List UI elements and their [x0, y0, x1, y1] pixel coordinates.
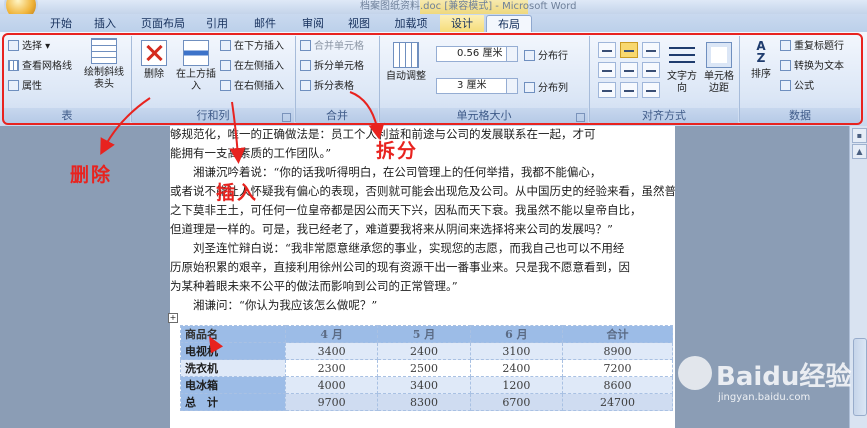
table-cell[interactable]: 2500	[377, 359, 471, 377]
table-cell[interactable]: 8600	[562, 376, 673, 394]
table-cell[interactable]: 洗衣机	[180, 359, 286, 377]
table-header-cell[interactable]: 商品名	[180, 325, 286, 343]
tab-view[interactable]: 视图	[342, 15, 376, 32]
table-header-cell[interactable]: 5 月	[377, 325, 471, 343]
tab-mailings[interactable]: 邮件	[248, 15, 282, 32]
table-cell[interactable]: 3400	[284, 342, 379, 360]
table-cell[interactable]: 2400	[377, 342, 471, 360]
table-row: 总 计 9700 8300 6700 24700	[180, 393, 673, 411]
table-cell[interactable]: 2400	[469, 359, 564, 377]
scroll-up-icon[interactable]: ▲	[852, 144, 867, 159]
tab-home[interactable]: 开始	[44, 15, 78, 32]
table-cell[interactable]: 电视机	[180, 342, 286, 360]
ribbon-highlight-outline	[2, 33, 863, 125]
table-row: 洗衣机 2300 2500 2400 7200	[180, 359, 673, 377]
table-cell[interactable]: 电冰箱	[180, 376, 286, 394]
table-cell[interactable]: 1200	[469, 376, 564, 394]
table-cell[interactable]: 3400	[377, 376, 471, 394]
baidu-paw-logo-icon	[678, 356, 712, 390]
table-cell[interactable]: 6700	[469, 393, 564, 411]
tab-page-layout[interactable]: 页面布局	[136, 15, 190, 32]
table-cell[interactable]: 总 计	[180, 393, 286, 411]
tab-references[interactable]: 引用	[200, 15, 234, 32]
doc-paragraph-line: 为某种着眼未来不公平的做法而影响到公司的正常管理。”	[170, 279, 458, 293]
table-cell[interactable]: 9700	[284, 393, 379, 411]
table-cell[interactable]: 7200	[562, 359, 673, 377]
doc-paragraph-line: 能拥有一支高素质的工作团队。”	[170, 146, 332, 160]
sales-table[interactable]: 商品名 4 月 5 月 6 月 合计 电视机 3400 2400 3100 89…	[180, 325, 673, 411]
table-header-cell[interactable]: 6 月	[469, 325, 564, 343]
doc-paragraph-line: 湘谦问：“你认为我应该怎么做呢？”	[170, 298, 378, 312]
table-header-cell[interactable]: 合计	[562, 325, 673, 343]
table-cell[interactable]: 24700	[562, 393, 673, 411]
table-header-row: 商品名 4 月 5 月 6 月 合计	[180, 325, 673, 343]
tab-review[interactable]: 审阅	[296, 15, 330, 32]
table-cell[interactable]: 8900	[562, 342, 673, 360]
table-header-cell[interactable]: 4 月	[284, 325, 379, 343]
table-cell[interactable]: 3100	[469, 342, 564, 360]
watermark-url: jingyan.baidu.com	[718, 392, 811, 403]
annotation-split: 拆分	[376, 140, 419, 162]
watermark-brand: Baidu经验	[716, 362, 852, 392]
annotation-insert: 插入	[216, 182, 259, 204]
tab-addins[interactable]: 加载项	[390, 15, 432, 32]
table-cell[interactable]: 8300	[377, 393, 471, 411]
doc-paragraph-line: 够规范化，唯一的正确做法是：员工个人利益和前途与公司的发展联系在一起，才可	[170, 127, 596, 141]
table-move-handle-icon[interactable]: +	[168, 313, 178, 323]
title-bar: 档案图纸资料.doc [兼容模式] - Microsoft Word	[0, 0, 867, 14]
doc-paragraph-line: 但道理是一样的。可是，我已经老了，难道要我将来从阴间来选择将来公司的发展吗？”	[170, 222, 613, 236]
tab-insert[interactable]: 插入	[88, 15, 122, 32]
ribbon-tab-bar: 开始 插入 页面布局 引用 邮件 审阅 视图 加载项 设计 布局	[0, 14, 867, 33]
table-cell[interactable]: 2300	[284, 359, 379, 377]
ruler-toggle-icon[interactable]: ▪	[852, 128, 867, 143]
tab-design[interactable]: 设计	[440, 15, 484, 32]
window-title: 档案图纸资料.doc [兼容模式] - Microsoft Word	[360, 1, 577, 12]
scroll-thumb[interactable]	[853, 338, 867, 416]
doc-paragraph-line: 刘圣连忙辩白说：“我非常愿意继承您的事业，实现您的志愿，而我自己也可以不用经	[170, 241, 625, 255]
baidu-watermark: Baidu经验 jingyan.baidu.com	[676, 352, 854, 414]
annotation-delete: 删除	[70, 164, 113, 186]
tab-layout[interactable]: 布局	[486, 15, 532, 33]
doc-paragraph-line: 历原始积累的艰辛，直接利用徐州公司的现有资源干出一番事业来。只是我不愿意看到，因	[170, 260, 630, 274]
table-row: 电冰箱 4000 3400 1200 8600	[180, 376, 673, 394]
table-cell[interactable]: 4000	[284, 376, 379, 394]
table-row: 电视机 3400 2400 3100 8900	[180, 342, 673, 360]
